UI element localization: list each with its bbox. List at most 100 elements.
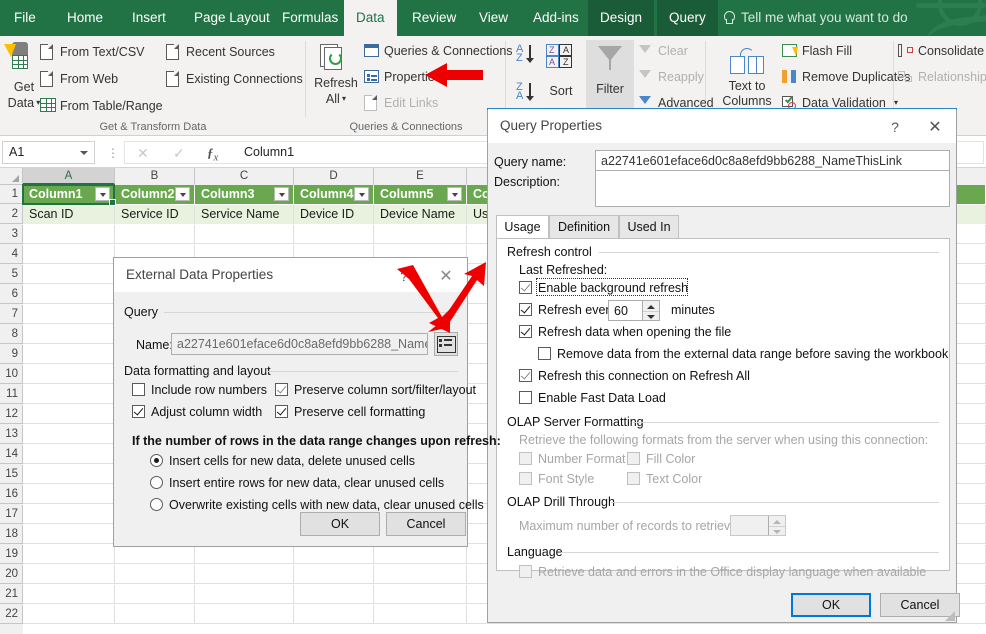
overwrite-existing-radio[interactable]: [150, 498, 163, 511]
from-table-range-button[interactable]: From Table/Range: [60, 97, 163, 115]
help-icon[interactable]: ?: [393, 266, 415, 286]
tab-file[interactable]: File: [2, 0, 48, 36]
cancel-icon[interactable]: ✕: [137, 145, 149, 162]
column-header-a[interactable]: A: [23, 168, 115, 185]
tab-query[interactable]: Query: [657, 0, 718, 36]
adjust-column-width-checkbox[interactable]: [132, 405, 145, 418]
preserve-cell-formatting-checkbox[interactable]: [275, 405, 288, 418]
select-all-corner[interactable]: [0, 168, 23, 185]
spinner-up-icon[interactable]: [643, 301, 659, 311]
consolidate-button[interactable]: Consolidate: [918, 42, 984, 60]
table-cell-device-name[interactable]: Device Name: [374, 205, 467, 224]
tab-insert[interactable]: Insert: [120, 0, 178, 36]
remove-data-checkbox[interactable]: [538, 347, 551, 360]
queries-connections-button[interactable]: Queries & Connections: [384, 42, 513, 60]
row-header-15[interactable]: 15: [0, 465, 23, 484]
row-header-2[interactable]: 2: [0, 205, 23, 224]
table-cell-service-name[interactable]: Service Name: [195, 205, 294, 224]
fast-data-load-checkbox[interactable]: [519, 391, 532, 404]
external-data-cancel-button[interactable]: Cancel: [386, 512, 466, 536]
table-cell-service-id[interactable]: Service ID: [115, 205, 195, 224]
fx-icon[interactable]: ƒx: [207, 145, 218, 164]
tell-me-box[interactable]: Tell me what you want to do: [723, 0, 908, 36]
row-header-4[interactable]: 4: [0, 245, 23, 264]
tab-used-in[interactable]: Used In: [619, 215, 679, 239]
description-input[interactable]: [595, 170, 950, 207]
table-cell-scan-id[interactable]: Scan ID: [23, 205, 115, 224]
filter-dropdown-column2[interactable]: [175, 187, 190, 201]
close-icon[interactable]: ✕: [922, 116, 948, 138]
connection-properties-button[interactable]: [434, 332, 458, 356]
existing-connections-button[interactable]: Existing Connections: [186, 70, 303, 88]
refresh-all-button[interactable]: Refresh All ▾: [306, 76, 366, 107]
refresh-on-open-checkbox[interactable]: [519, 325, 532, 338]
text-to-columns-button[interactable]: Text to Columns: [716, 79, 778, 109]
from-text-csv-button[interactable]: From Text/CSV: [60, 43, 145, 61]
row-header-22[interactable]: 22: [0, 605, 23, 624]
refresh-all-checkbox[interactable]: [519, 369, 532, 382]
column-header-c[interactable]: C: [195, 168, 294, 185]
refresh-interval-spinner[interactable]: 60: [608, 300, 660, 321]
properties-icon: [364, 70, 379, 83]
tab-home[interactable]: Home: [55, 0, 115, 36]
row-header-10[interactable]: 10: [0, 365, 23, 384]
row-header-8[interactable]: 8: [0, 325, 23, 344]
row-header-18[interactable]: 18: [0, 525, 23, 544]
row-header-6[interactable]: 6: [0, 285, 23, 304]
recent-sources-button[interactable]: Recent Sources: [186, 43, 275, 61]
chevron-down-icon[interactable]: [80, 151, 88, 155]
from-web-button[interactable]: From Web: [60, 70, 118, 88]
tab-review[interactable]: Review: [400, 0, 468, 36]
properties-button[interactable]: Properties: [384, 68, 441, 86]
row-header-14[interactable]: 14: [0, 445, 23, 464]
flash-fill-button[interactable]: Flash Fill: [802, 42, 852, 60]
spinner-buttons[interactable]: [642, 301, 659, 320]
refresh-every-checkbox[interactable]: [519, 303, 532, 316]
include-row-numbers-checkbox[interactable]: [132, 383, 145, 396]
tab-usage[interactable]: Usage: [496, 215, 549, 239]
row-header-9[interactable]: 9: [0, 345, 23, 364]
external-name-input[interactable]: a22741e601eface6d0c8a8efd9bb6288_NameThi…: [171, 333, 428, 355]
column-header-d[interactable]: D: [294, 168, 374, 185]
external-data-ok-button[interactable]: OK: [300, 512, 380, 536]
filter-dropdown-column5[interactable]: [447, 187, 462, 201]
filter-dropdown-column3[interactable]: [274, 187, 289, 201]
filter-dropdown-column1[interactable]: [95, 187, 110, 201]
row-header-21[interactable]: 21: [0, 585, 23, 604]
insert-entire-rows-radio[interactable]: [150, 476, 163, 489]
row-header-1[interactable]: 1: [0, 185, 23, 204]
row-header-16[interactable]: 16: [0, 485, 23, 504]
tab-page-layout[interactable]: Page Layout: [182, 0, 282, 36]
tab-add-ins[interactable]: Add-ins: [521, 0, 591, 36]
query-name-input[interactable]: a22741e601eface6d0c8a8efd9bb6288_NameThi…: [595, 150, 950, 172]
row-header-19[interactable]: 19: [0, 545, 23, 564]
row-header-5[interactable]: 5: [0, 265, 23, 284]
row-header-12[interactable]: 12: [0, 405, 23, 424]
tab-definition[interactable]: Definition: [549, 215, 619, 239]
insert-cells-radio[interactable]: [150, 454, 163, 467]
tab-view[interactable]: View: [467, 0, 520, 36]
close-icon[interactable]: ✕: [433, 265, 459, 287]
column-header-b[interactable]: B: [115, 168, 195, 185]
tab-data[interactable]: Data: [344, 0, 397, 36]
spinner-down-icon[interactable]: [643, 310, 659, 321]
name-box[interactable]: A1: [2, 141, 95, 164]
row-header-13[interactable]: 13: [0, 425, 23, 444]
query-properties-ok-button[interactable]: OK: [791, 593, 871, 617]
enable-background-refresh-checkbox[interactable]: [519, 281, 532, 294]
formula-bar-grip[interactable]: ⋮: [107, 146, 119, 160]
help-icon[interactable]: ?: [884, 117, 906, 137]
row-header-3[interactable]: 3: [0, 225, 23, 244]
resize-grip[interactable]: [943, 609, 955, 621]
sort-button[interactable]: Sort: [542, 84, 580, 99]
tab-design[interactable]: Design: [588, 0, 655, 36]
row-header-20[interactable]: 20: [0, 565, 23, 584]
table-cell-device-id[interactable]: Device ID: [294, 205, 374, 224]
row-header-11[interactable]: 11: [0, 385, 23, 404]
column-header-e[interactable]: E: [374, 168, 467, 185]
check-icon[interactable]: ✓: [173, 145, 185, 162]
row-header-7[interactable]: 7: [0, 305, 23, 324]
tab-formulas[interactable]: Formulas: [270, 0, 350, 36]
filter-dropdown-column4[interactable]: [354, 187, 369, 201]
row-header-17[interactable]: 17: [0, 505, 23, 524]
